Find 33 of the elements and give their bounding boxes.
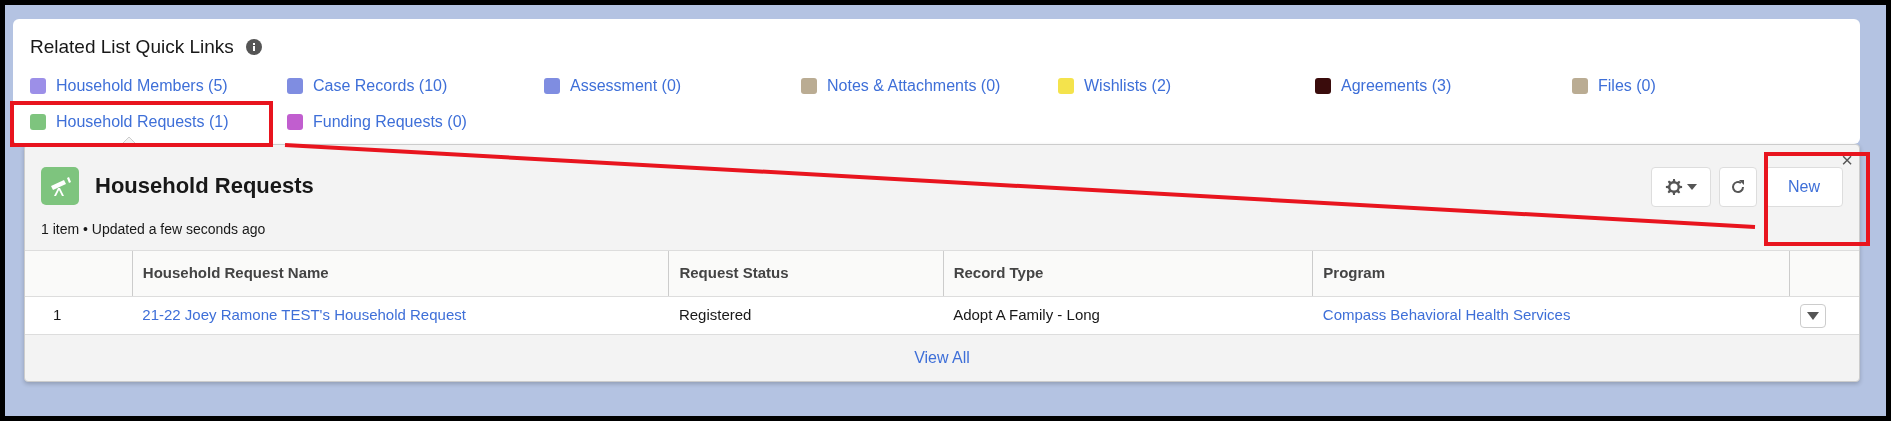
row-actions-button[interactable]: [1799, 303, 1826, 328]
table-cell: Registered: [668, 296, 944, 335]
related-list-link[interactable]: Funding Requests (0): [287, 109, 467, 146]
column-header: Household Request Name: [132, 250, 669, 297]
card-title: Related List Quick Links: [30, 35, 234, 59]
table-cell: Adopt A Family - Long: [943, 296, 1313, 335]
view-all-link[interactable]: View All: [914, 346, 970, 370]
column-header: Request Status: [668, 250, 944, 297]
caret-icon: [1806, 311, 1819, 320]
related-list-link[interactable]: Case Records (10): [287, 73, 448, 110]
close-button[interactable]: ×: [1841, 150, 1853, 170]
related-list-link[interactable]: Agreements (3): [1315, 73, 1452, 110]
column-header: Program: [1312, 250, 1790, 297]
related-list-link[interactable]: Household Members (5): [30, 73, 228, 110]
info-icon[interactable]: [245, 39, 262, 56]
settings-icon: [1665, 178, 1683, 196]
caret-icon: [1687, 184, 1697, 190]
program-link[interactable]: Compass Behavioral Health Services: [1322, 306, 1571, 324]
refresh-button[interactable]: [1719, 167, 1757, 207]
related-list-link[interactable]: Household Requests (1): [30, 109, 229, 146]
record-link[interactable]: 21-22 Joey Ramone TEST's Household Request: [142, 306, 466, 324]
settings-dropdown-button[interactable]: [1651, 167, 1711, 207]
related-list-link[interactable]: Assessment (0): [544, 73, 682, 110]
new-button[interactable]: New: [1765, 167, 1843, 207]
panel-subtitle: 1 item • Updated a few seconds ago: [41, 220, 267, 239]
related-list-link[interactable]: Wishlists (2): [1058, 73, 1172, 110]
related-list-link[interactable]: Notes & Attachments (0): [801, 73, 1001, 110]
telescope-icon: [41, 167, 79, 205]
panel-title: Household Requests: [95, 172, 314, 200]
related-list-link[interactable]: Files (0): [1572, 73, 1656, 110]
refresh-icon: [1730, 179, 1746, 195]
row-number: 1: [25, 296, 133, 335]
column-header: Record Type: [943, 250, 1313, 297]
